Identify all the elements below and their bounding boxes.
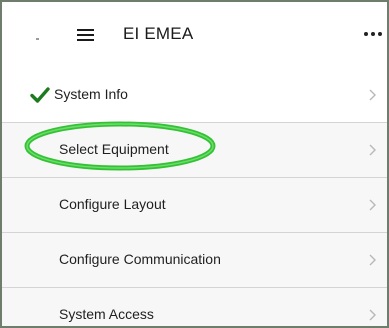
settings-menu: System Info Select Equipment Configure L…	[2, 68, 387, 326]
menu-item-label: Configure Communication	[59, 251, 221, 267]
app-header: EI EMEA	[2, 2, 387, 69]
more-horizontal-icon[interactable]	[364, 32, 382, 37]
chevron-right-icon	[369, 144, 376, 156]
menu-item-label: System Info	[54, 86, 128, 102]
menu-item-system-access[interactable]: System Access	[2, 288, 387, 326]
menu-item-label: System Access	[59, 306, 154, 322]
chevron-right-icon	[369, 199, 376, 211]
chevron-right-icon	[369, 254, 376, 266]
status-dot	[36, 38, 39, 40]
menu-item-configure-communication[interactable]: Configure Communication	[2, 233, 387, 288]
checkmark-icon	[30, 87, 50, 103]
hamburger-menu-icon[interactable]	[77, 29, 94, 41]
app-title: EI EMEA	[123, 24, 194, 43]
chevron-right-icon	[369, 89, 376, 101]
menu-item-label: Select Equipment	[59, 141, 169, 157]
menu-item-system-info[interactable]: System Info	[2, 68, 387, 123]
app-window: EI EMEA System Info Select Equipment Con…	[0, 0, 389, 328]
chevron-right-icon	[369, 309, 376, 321]
menu-item-configure-layout[interactable]: Configure Layout	[2, 178, 387, 233]
menu-item-label: Configure Layout	[59, 196, 166, 212]
menu-item-select-equipment[interactable]: Select Equipment	[2, 123, 387, 178]
